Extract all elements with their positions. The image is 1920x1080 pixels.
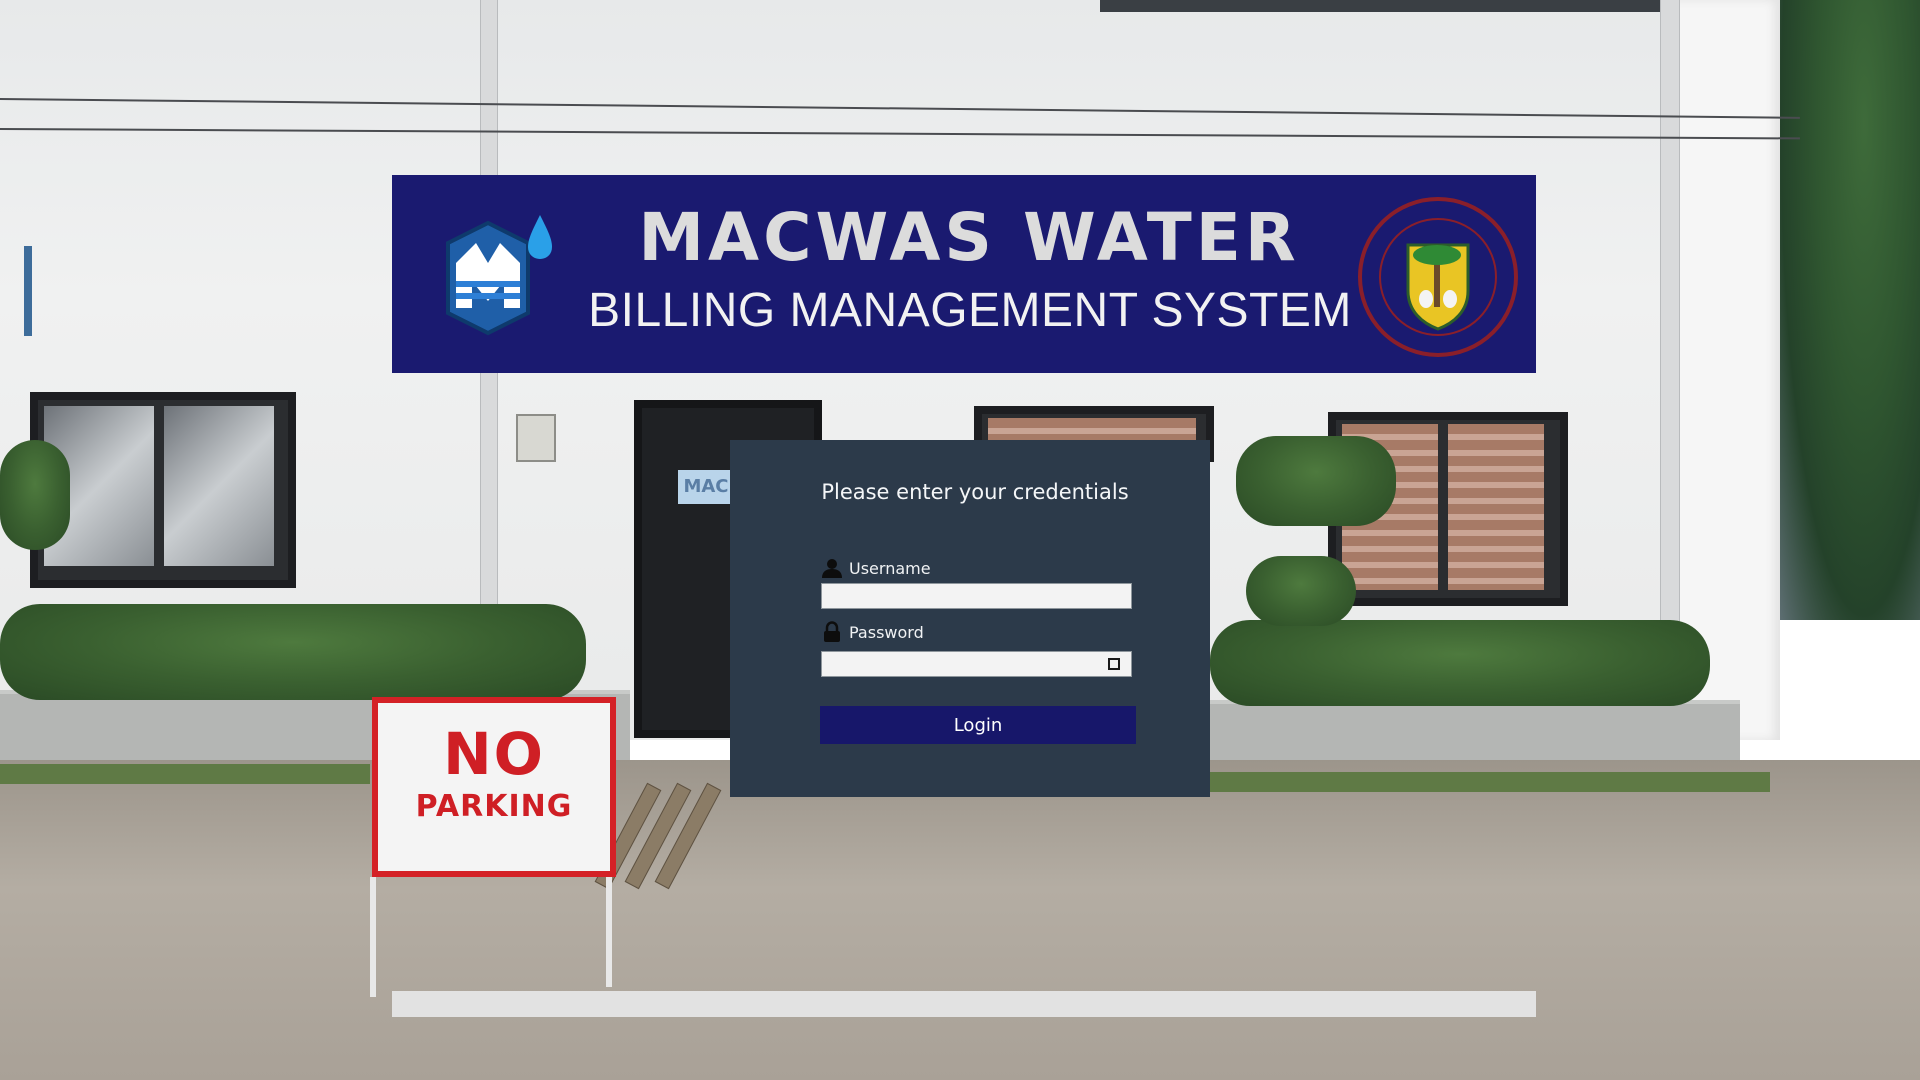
left-hedge <box>0 604 586 700</box>
municipal-seal-icon <box>1358 197 1518 357</box>
electric-meter <box>516 414 556 462</box>
drain-pipe <box>1660 0 1680 630</box>
ground <box>0 760 1920 1080</box>
username-label: Username <box>849 558 931 578</box>
show-password-toggle-icon[interactable] <box>1108 658 1120 670</box>
sign-leg <box>370 877 376 997</box>
sign-text-parking: PARKING <box>415 789 573 824</box>
password-label-row: Password <box>821 621 924 643</box>
password-label: Password <box>849 622 924 642</box>
grass-strip <box>1210 772 1770 792</box>
user-icon <box>822 559 842 578</box>
sign-leg <box>606 877 612 987</box>
password-input[interactable] <box>821 651 1132 677</box>
grass-strip <box>0 764 370 784</box>
username-label-row: Username <box>821 557 931 579</box>
lock-icon <box>824 621 840 642</box>
topiary-tree-lower <box>1246 556 1356 626</box>
footer-bar <box>392 991 1536 1017</box>
login-panel: Please enter your credentials Username P… <box>730 440 1210 797</box>
login-heading: Please enter your credentials <box>821 480 1129 504</box>
username-input[interactable] <box>821 583 1132 609</box>
header-banner: MACWAS WATER BILLING MANAGEMENT SYSTEM <box>392 175 1536 373</box>
wall-bracket <box>24 246 32 336</box>
door-sticker: MAC <box>678 470 734 504</box>
right-hedge <box>1210 620 1710 706</box>
sign-text-no: NO <box>443 720 545 788</box>
topiary-tree <box>1236 436 1396 526</box>
trees <box>1780 0 1920 620</box>
login-button[interactable]: Login <box>820 706 1136 744</box>
left-bush <box>0 440 70 550</box>
no-parking-sign: NO PARKING <box>372 697 616 877</box>
roof-edge <box>1100 0 1660 12</box>
